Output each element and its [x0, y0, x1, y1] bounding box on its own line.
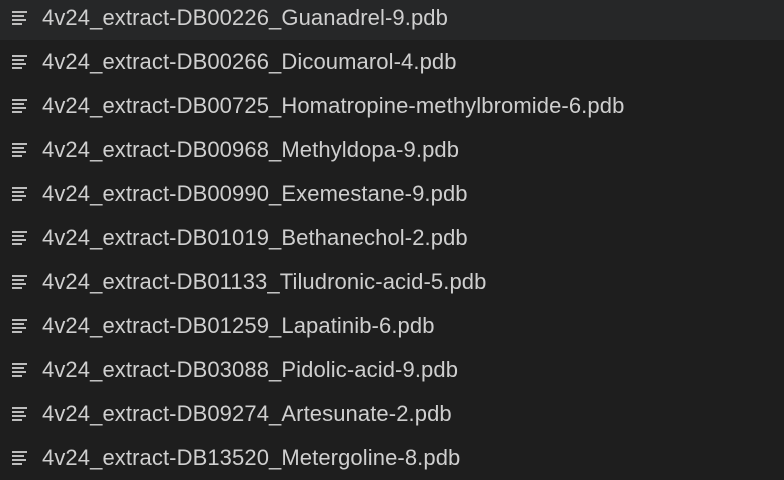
- file-name: 4v24_extract-DB00266_Dicoumarol-4.pdb: [42, 49, 457, 74]
- file-row[interactable]: 4v24_extract-DB01133_Tiludronic-acid-5.p…: [0, 260, 784, 304]
- file-row[interactable]: 4v24_extract-DB09274_Artesunate-2.pdb: [0, 392, 784, 436]
- lines-file-icon: [12, 11, 28, 25]
- lines-file-icon: [12, 231, 28, 245]
- file-name: 4v24_extract-DB00226_Guanadrel-9.pdb: [42, 5, 448, 30]
- file-row[interactable]: 4v24_extract-DB13520_Metergoline-8.pdb: [0, 436, 784, 480]
- file-row[interactable]: 4v24_extract-DB00725_Homatropine-methylb…: [0, 84, 784, 128]
- file-name: 4v24_extract-DB00968_Methyldopa-9.pdb: [42, 137, 460, 162]
- lines-file-icon: [12, 275, 28, 289]
- lines-file-icon: [12, 143, 28, 157]
- file-name: 4v24_extract-DB13520_Metergoline-8.pdb: [42, 445, 461, 470]
- lines-file-icon: [12, 99, 28, 113]
- lines-file-icon: [12, 407, 28, 421]
- lines-file-icon: [12, 451, 28, 465]
- file-row[interactable]: 4v24_extract-DB00968_Methyldopa-9.pdb: [0, 128, 784, 172]
- lines-file-icon: [12, 319, 28, 333]
- file-row[interactable]: 4v24_extract-DB01019_Bethanechol-2.pdb: [0, 216, 784, 260]
- file-row[interactable]: 4v24_extract-DB00266_Dicoumarol-4.pdb: [0, 40, 784, 84]
- file-name: 4v24_extract-DB01259_Lapatinib-6.pdb: [42, 313, 435, 338]
- file-name: 4v24_extract-DB00990_Exemestane-9.pdb: [42, 181, 468, 206]
- file-row[interactable]: 4v24_extract-DB03088_Pidolic-acid-9.pdb: [0, 348, 784, 392]
- file-row[interactable]: 4v24_extract-DB01259_Lapatinib-6.pdb: [0, 304, 784, 348]
- file-name: 4v24_extract-DB01019_Bethanechol-2.pdb: [42, 225, 468, 250]
- file-row[interactable]: 4v24_extract-DB00990_Exemestane-9.pdb: [0, 172, 784, 216]
- lines-file-icon: [12, 55, 28, 69]
- file-name: 4v24_extract-DB03088_Pidolic-acid-9.pdb: [42, 357, 459, 382]
- file-name: 4v24_extract-DB00725_Homatropine-methylb…: [42, 93, 625, 118]
- file-explorer-list: 4v24_extract-DB00226_Guanadrel-9.pdb 4v24…: [0, 0, 784, 480]
- file-name: 4v24_extract-DB09274_Artesunate-2.pdb: [42, 401, 452, 426]
- file-row[interactable]: 4v24_extract-DB00226_Guanadrel-9.pdb: [0, 0, 784, 40]
- lines-file-icon: [12, 187, 28, 201]
- file-name: 4v24_extract-DB01133_Tiludronic-acid-5.p…: [42, 269, 487, 294]
- lines-file-icon: [12, 363, 28, 377]
